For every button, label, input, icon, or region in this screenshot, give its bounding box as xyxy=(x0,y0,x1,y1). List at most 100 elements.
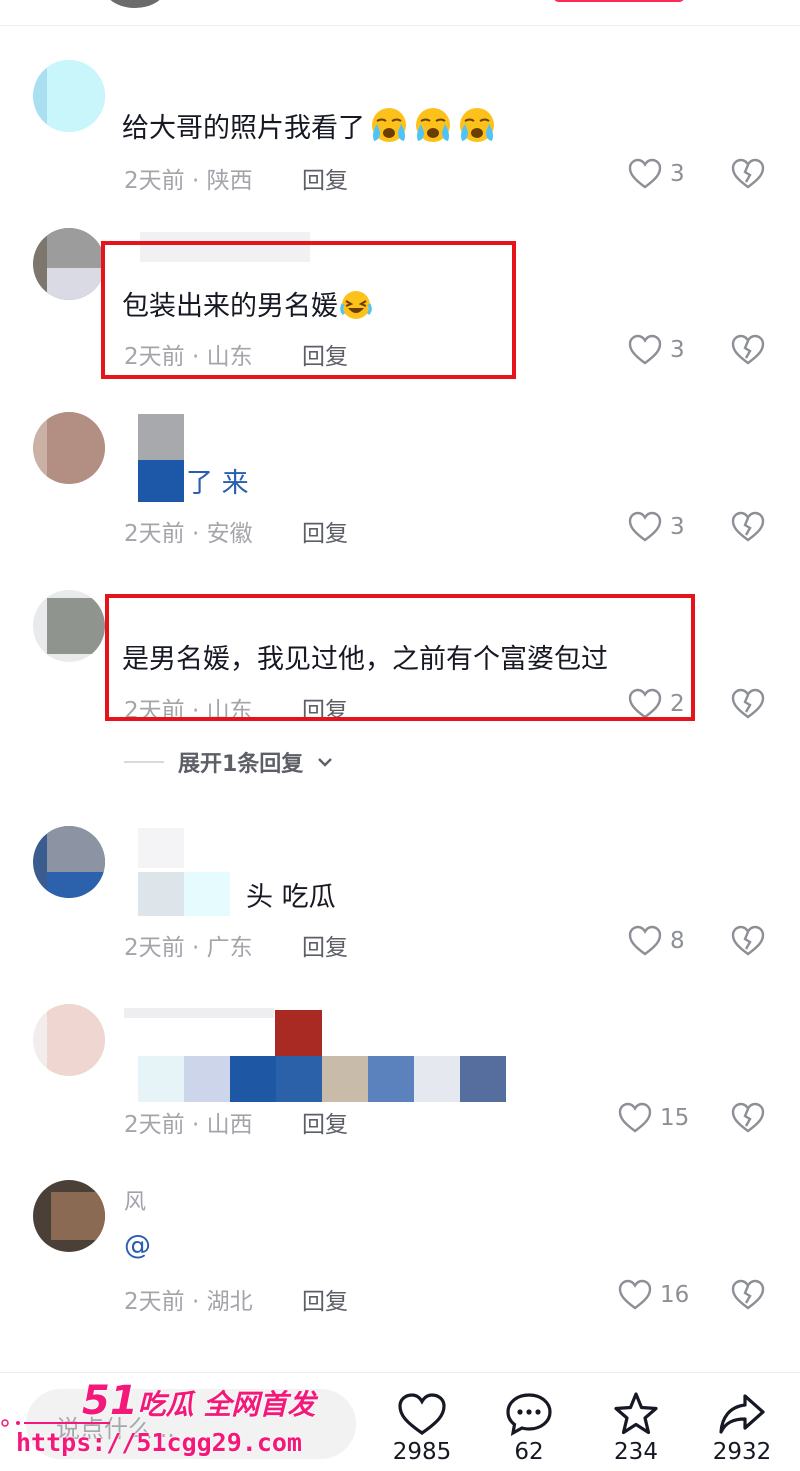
like-button[interactable]: 15 xyxy=(618,1102,689,1134)
heart-icon xyxy=(618,1279,652,1310)
reply-button[interactable]: 回复 xyxy=(302,514,348,548)
blurred-text xyxy=(184,872,230,916)
avatar[interactable] xyxy=(33,60,105,132)
reply-button[interactable]: 回复 xyxy=(302,1105,348,1139)
blurred-text xyxy=(138,460,184,502)
like-count: 15 xyxy=(660,1105,690,1131)
comment-location: 湖北 xyxy=(206,1289,253,1315)
watermark-dots xyxy=(1,1419,110,1427)
comment-time: 2天前 xyxy=(124,1112,185,1138)
avatar[interactable] xyxy=(33,412,105,484)
heart-icon xyxy=(628,158,662,189)
dislike-button[interactable] xyxy=(731,924,765,962)
blurred-username xyxy=(124,1008,274,1018)
crying-face-emoji-icon xyxy=(372,108,406,142)
previous-content-strip xyxy=(0,0,800,26)
comment-meta: 2天前 · 陕西 xyxy=(124,161,253,195)
reply-button[interactable]: 回复 xyxy=(302,1282,348,1316)
dislike-button[interactable] xyxy=(731,510,765,548)
comment-count: 62 xyxy=(514,1439,544,1465)
heart-icon xyxy=(628,334,662,365)
like-button[interactable]: 3 xyxy=(628,158,685,190)
broken-heart-icon xyxy=(731,1279,765,1310)
favorite-action-button[interactable]: 234 xyxy=(591,1391,681,1465)
broken-heart-icon xyxy=(731,158,765,189)
blurred-username xyxy=(138,828,184,868)
crying-face-emoji-icon xyxy=(460,108,494,142)
like-button[interactable]: 3 xyxy=(628,334,685,366)
broken-heart-icon xyxy=(731,511,765,542)
divider xyxy=(124,761,164,763)
like-action-button[interactable]: 2985 xyxy=(377,1391,467,1465)
comment-meta: 2天前 · 湖北 xyxy=(124,1282,253,1316)
dislike-button[interactable] xyxy=(731,1278,765,1316)
highlight-box xyxy=(101,241,516,379)
share-action-button[interactable]: 2932 xyxy=(697,1391,787,1465)
like-button[interactable]: 3 xyxy=(628,511,685,543)
blurred-text xyxy=(460,1056,506,1102)
comment-location: 安徽 xyxy=(206,521,253,547)
comment-time: 2天前 xyxy=(124,521,185,547)
watermark: 51吃瓜 全网首发 https://51cgg29.com xyxy=(0,1374,320,1471)
broken-heart-icon xyxy=(731,1102,765,1133)
comment-time: 2天前 xyxy=(124,168,185,194)
expand-replies-label: 展开1条回复 xyxy=(178,752,304,777)
like-count: 16 xyxy=(660,1282,690,1308)
comment-bubble-icon xyxy=(506,1393,552,1437)
reply-button[interactable]: 回复 xyxy=(302,161,348,195)
comment-text: 头 吃瓜 xyxy=(246,882,336,913)
comment-meta: 2天前 · 安徽 xyxy=(124,514,253,548)
meta-separator: · xyxy=(184,521,207,547)
comment-meta: 2天前 · 广东 xyxy=(124,928,253,962)
avatar xyxy=(105,0,165,8)
comment-location: 山西 xyxy=(206,1112,253,1138)
avatar[interactable] xyxy=(33,826,105,898)
share-count: 2932 xyxy=(712,1439,772,1465)
comment-location: 陕西 xyxy=(206,168,253,194)
like-button[interactable]: 8 xyxy=(628,925,685,957)
heart-icon xyxy=(628,925,662,956)
blurred-text xyxy=(138,872,184,916)
username[interactable]: 风 xyxy=(124,1184,146,1216)
expand-replies-button[interactable]: 展开1条回复 xyxy=(124,746,333,778)
like-button[interactable]: 16 xyxy=(618,1279,689,1311)
like-count: 8 xyxy=(670,928,685,954)
heart-icon xyxy=(398,1393,446,1435)
broken-heart-icon xyxy=(731,688,765,719)
blurred-text xyxy=(138,1056,184,1102)
like-count: 3 xyxy=(670,337,685,363)
favorite-count: 234 xyxy=(614,1439,658,1465)
crying-face-emoji-icon xyxy=(416,108,450,142)
meta-separator: · xyxy=(184,935,207,961)
dislike-button[interactable] xyxy=(731,1101,765,1139)
chevron-down-icon xyxy=(318,758,333,767)
blurred-text xyxy=(184,1056,230,1102)
broken-heart-icon xyxy=(731,334,765,365)
comment-text: 给大哥的照片我看了 xyxy=(122,106,497,145)
blurred-image xyxy=(275,1010,322,1056)
avatar[interactable] xyxy=(33,1004,105,1076)
blurred-text xyxy=(322,1056,368,1102)
avatar[interactable] xyxy=(33,590,105,662)
star-icon xyxy=(614,1392,658,1435)
dislike-button[interactable] xyxy=(731,333,765,371)
comment-action-button[interactable]: 62 xyxy=(484,1391,574,1465)
avatar[interactable] xyxy=(33,1180,105,1252)
avatar[interactable] xyxy=(33,228,105,300)
reply-button[interactable]: 回复 xyxy=(302,928,348,962)
share-arrow-icon xyxy=(719,1394,765,1434)
heart-icon xyxy=(618,1102,652,1133)
heart-icon xyxy=(628,511,662,542)
blurred-text xyxy=(276,1056,322,1102)
comment-text: @ xyxy=(124,1230,151,1261)
comment-location: 广东 xyxy=(206,935,253,961)
broken-heart-icon xyxy=(731,925,765,956)
watermark-url: https://51cgg29.com xyxy=(16,1428,302,1457)
dislike-button[interactable] xyxy=(731,157,765,195)
like-count: 3 xyxy=(670,161,685,187)
dislike-button[interactable] xyxy=(731,687,765,725)
follow-button[interactable] xyxy=(553,0,685,2)
meta-separator: · xyxy=(184,168,207,194)
meta-separator: · xyxy=(184,1289,207,1315)
comment-text: 了 来 xyxy=(186,468,249,499)
